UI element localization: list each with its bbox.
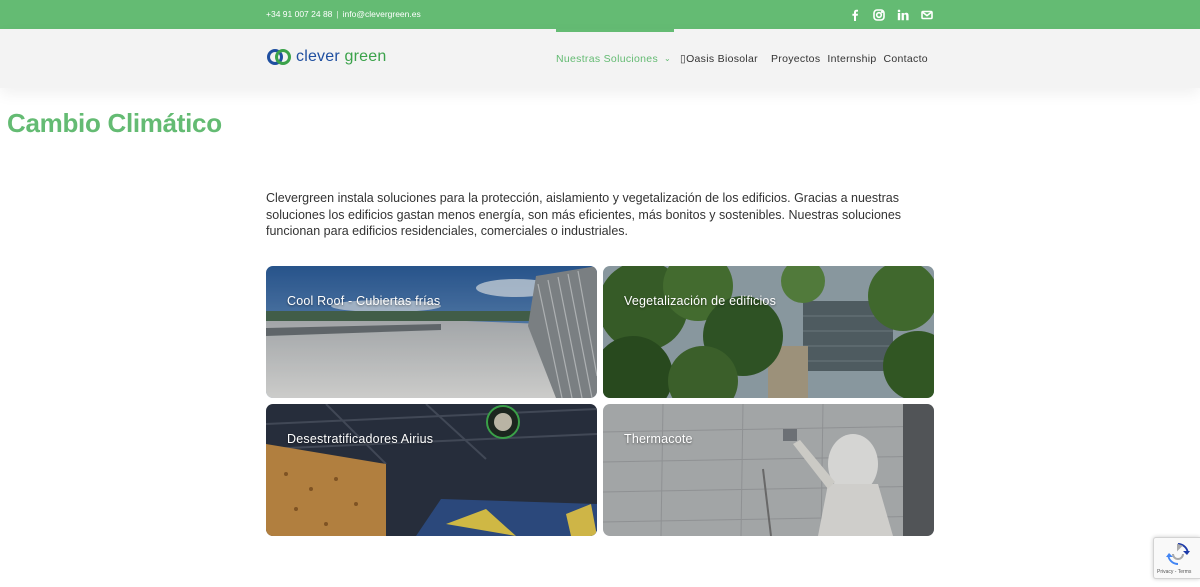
card-label: Cool Roof - Cubiertas frías bbox=[287, 294, 441, 308]
top-bar: +34 91 007 24 88 | info@clevergreen.es bbox=[0, 0, 1200, 29]
chevron-down-icon: ⌄ bbox=[664, 54, 672, 63]
instagram-icon[interactable] bbox=[872, 8, 886, 22]
linkedin-icon[interactable] bbox=[896, 8, 910, 22]
cool-roof-image bbox=[266, 266, 597, 398]
mail-icon[interactable] bbox=[920, 8, 934, 22]
card-thermacote[interactable]: Thermacote bbox=[603, 404, 934, 536]
logo-mark-icon bbox=[267, 49, 291, 65]
email-link[interactable]: info@clevergreen.es bbox=[343, 9, 421, 19]
separator: | bbox=[336, 9, 339, 19]
main-nav: Nuestras Soluciones ⌄ ▯Oasis Biosolar Pro… bbox=[556, 29, 928, 88]
nav-label: Contacto bbox=[883, 53, 928, 65]
recaptcha-links[interactable]: Privacy - Terms bbox=[1157, 569, 1191, 575]
card-label: Thermacote bbox=[624, 432, 693, 446]
topbar-contact: +34 91 007 24 88 | info@clevergreen.es bbox=[266, 0, 421, 29]
nav-item-internship[interactable]: Internship bbox=[827, 29, 876, 88]
site-header: clever green Nuestras Soluciones ⌄ ▯Oasis… bbox=[0, 29, 1200, 88]
logo-text: clever green bbox=[296, 48, 386, 66]
nav-item-nuestras-soluciones[interactable]: Nuestras Soluciones ⌄ bbox=[556, 29, 674, 88]
logo-word-green: green bbox=[344, 48, 387, 65]
logo-word-clever: clever bbox=[296, 48, 340, 65]
card-desestratificadores[interactable]: Desestratificadores Airius bbox=[266, 404, 597, 536]
facebook-icon[interactable] bbox=[848, 8, 862, 22]
nav-item-oasis-biosolar[interactable]: ▯Oasis Biosolar bbox=[680, 29, 758, 88]
nav-item-proyectos[interactable]: Proyectos bbox=[771, 29, 820, 88]
nav-label: ▯Oasis Biosolar bbox=[680, 53, 758, 65]
clevergreen-logo[interactable]: clever green bbox=[266, 47, 386, 67]
nav-label: Proyectos bbox=[770, 53, 821, 65]
card-vegetalizacion[interactable]: Vegetalización de edificios bbox=[603, 266, 934, 398]
nav-label: Internship bbox=[827, 53, 877, 65]
vegetalizacion-image bbox=[603, 266, 934, 398]
phone-number[interactable]: +34 91 007 24 88 bbox=[266, 9, 332, 19]
recaptcha-badge[interactable]: Privacy - Terms bbox=[1153, 537, 1200, 579]
nav-item-contacto[interactable]: Contacto bbox=[884, 29, 928, 88]
card-label: Desestratificadores Airius bbox=[287, 432, 434, 446]
desestratificadores-image bbox=[266, 404, 597, 536]
card-label: Vegetalización de edificios bbox=[624, 294, 777, 308]
intro-paragraph: Clevergreen instala soluciones para la p… bbox=[266, 191, 902, 238]
recaptcha-icon bbox=[1166, 543, 1190, 565]
card-cool-roof[interactable]: Cool Roof - Cubiertas frías bbox=[266, 266, 597, 398]
social-links bbox=[848, 8, 934, 22]
nav-label: Nuestras Soluciones bbox=[556, 53, 658, 65]
page-title: Cambio Climático bbox=[7, 108, 222, 138]
thermacote-image bbox=[603, 404, 934, 536]
